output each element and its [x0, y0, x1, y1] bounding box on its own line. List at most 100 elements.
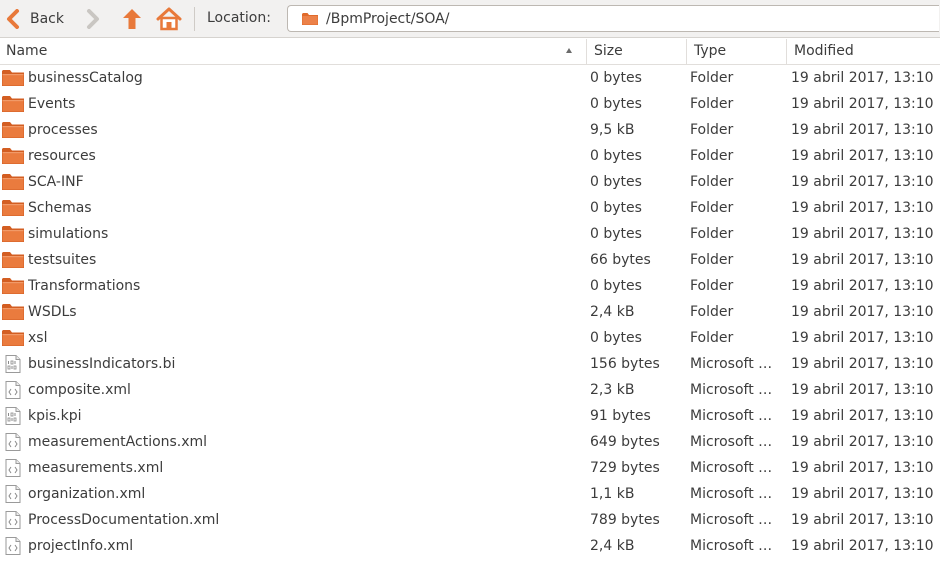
table-row[interactable]: projectInfo.xml 2,4 kB Microsoft … 19 abril…	[0, 533, 940, 559]
column-header-type[interactable]: Type	[686, 39, 786, 64]
table-row[interactable]: measurementActions.xml 649 bytes Microsoft…	[0, 429, 940, 455]
folder-icon	[2, 173, 24, 191]
file-modified: 19 abril 2017, 13:10	[791, 356, 934, 372]
file-name: ProcessDocumentation.xml	[28, 512, 220, 528]
file-modified: 19 abril 2017, 13:10	[791, 434, 934, 450]
file-name: SCA-INF	[28, 174, 84, 190]
file-name: Transformations	[28, 278, 141, 294]
file-name: businessCatalog	[28, 70, 143, 86]
file-modified: 19 abril 2017, 13:10	[791, 382, 934, 398]
table-row[interactable]: Schemas 0 bytes Folder 19 abril 2017, 13:10	[0, 195, 940, 221]
column-header-modified[interactable]: Modified	[786, 39, 940, 64]
table-row[interactable]: businessIndicators.bi 156 bytes Microsoft …	[0, 351, 940, 377]
file-size: 0 bytes	[590, 278, 642, 294]
file-size: 649 bytes	[590, 434, 660, 450]
table-row[interactable]: SCA-INF 0 bytes Folder 19 abril 2017, 13:10	[0, 169, 940, 195]
folder-icon	[2, 277, 24, 295]
file-type: Folder	[690, 304, 734, 320]
file-name: businessIndicators.bi	[28, 356, 176, 372]
column-header-type-label: Type	[694, 43, 727, 59]
column-header-name-label: Name	[6, 43, 48, 59]
column-header-name[interactable]: Name	[0, 39, 586, 64]
file-name: kpis.kpi	[28, 408, 82, 424]
table-row[interactable]: Transformations 0 bytes Folder 19 abril 201…	[0, 273, 940, 299]
xml-file-icon	[2, 485, 24, 503]
xml-file-icon	[2, 459, 24, 477]
file-type: Folder	[690, 200, 734, 216]
file-size: 729 bytes	[590, 460, 660, 476]
table-row[interactable]: measurements.xml 729 bytes Microsoft … 19 a…	[0, 455, 940, 481]
folder-icon	[2, 121, 24, 139]
folder-icon	[2, 329, 24, 347]
folder-icon	[2, 251, 24, 269]
xml-file-icon	[2, 433, 24, 451]
table-row[interactable]: ProcessDocumentation.xml 789 bytes Microso…	[0, 507, 940, 533]
file-type: Folder	[690, 278, 734, 294]
file-name: Schemas	[28, 200, 92, 216]
forward-button[interactable]	[86, 5, 106, 33]
file-type: Folder	[690, 148, 734, 164]
folder-icon	[2, 95, 24, 113]
file-modified: 19 abril 2017, 13:10	[791, 174, 934, 190]
file-name: WSDLs	[28, 304, 77, 320]
folder-icon	[302, 12, 318, 25]
file-name: simulations	[28, 226, 109, 242]
file-size: 0 bytes	[590, 330, 642, 346]
file-type: Microsoft …	[690, 408, 773, 424]
home-icon	[156, 7, 182, 31]
table-row[interactable]: xsl 0 bytes Folder 19 abril 2017, 13:10	[0, 325, 940, 351]
file-size: 1,1 kB	[590, 486, 635, 502]
folder-icon	[2, 147, 24, 165]
location-input[interactable]: /BpmProject/SOA/	[287, 5, 939, 32]
table-row[interactable]: processes 9,5 kB Folder 19 abril 2017, 13:1…	[0, 117, 940, 143]
file-type: Folder	[690, 174, 734, 190]
file-name: Events	[28, 96, 76, 112]
xml-file-icon	[2, 511, 24, 529]
file-type: Microsoft …	[690, 486, 773, 502]
table-row[interactable]: resources 0 bytes Folder 19 abril 2017, 13:…	[0, 143, 940, 169]
file-modified: 19 abril 2017, 13:10	[791, 304, 934, 320]
table-row[interactable]: composite.xml 2,3 kB Microsoft … 19 abril 2…	[0, 377, 940, 403]
home-button[interactable]	[156, 5, 186, 33]
table-row[interactable]: simulations 0 bytes Folder 19 abril 2017, 1…	[0, 221, 940, 247]
file-modified: 19 abril 2017, 13:10	[791, 148, 934, 164]
file-name: measurementActions.xml	[28, 434, 208, 450]
file-type: Microsoft …	[690, 460, 773, 476]
file-name: processes	[28, 122, 98, 138]
file-modified: 19 abril 2017, 13:10	[791, 70, 934, 86]
file-size: 2,3 kB	[590, 382, 635, 398]
toolbar-separator	[194, 7, 195, 31]
file-type: Folder	[690, 70, 734, 86]
file-modified: 19 abril 2017, 13:10	[791, 486, 934, 502]
table-row[interactable]: businessCatalog 0 bytes Folder 19 abril 201…	[0, 65, 940, 91]
arrow-up-icon	[123, 9, 141, 29]
file-type: Microsoft …	[690, 356, 773, 372]
file-size: 9,5 kB	[590, 122, 635, 138]
up-button[interactable]	[120, 5, 146, 33]
file-size: 156 bytes	[590, 356, 660, 372]
table-row[interactable]: WSDLs 2,4 kB Folder 19 abril 2017, 13:10	[0, 299, 940, 325]
column-header-size[interactable]: Size	[586, 39, 686, 64]
file-type: Folder	[690, 330, 734, 346]
table-row[interactable]: testsuites 66 bytes Folder 19 abril 2017, 1…	[0, 247, 940, 273]
file-size: 0 bytes	[590, 226, 642, 242]
xml-file-icon	[2, 537, 24, 555]
file-type: Folder	[690, 226, 734, 242]
file-modified: 19 abril 2017, 13:10	[791, 408, 934, 424]
file-type: Folder	[690, 96, 734, 112]
file-type: Microsoft …	[690, 512, 773, 528]
file-type: Microsoft …	[690, 382, 773, 398]
file-size: 0 bytes	[590, 174, 642, 190]
file-size: 0 bytes	[590, 148, 642, 164]
file-modified: 19 abril 2017, 13:10	[791, 278, 934, 294]
table-row[interactable]: kpis.kpi 91 bytes Microsoft … 19 abril 2017…	[0, 403, 940, 429]
table-row[interactable]: Events 0 bytes Folder 19 abril 2017, 13:10	[0, 91, 940, 117]
back-button-label: Back	[30, 11, 64, 27]
xml-file-icon	[2, 381, 24, 399]
back-button[interactable]: Back	[6, 5, 78, 33]
binary-file-icon	[2, 355, 24, 373]
file-type: Folder	[690, 122, 734, 138]
table-row[interactable]: organization.xml 1,1 kB Microsoft … 19 abri…	[0, 481, 940, 507]
chevron-right-icon	[87, 9, 99, 29]
file-modified: 19 abril 2017, 13:10	[791, 460, 934, 476]
